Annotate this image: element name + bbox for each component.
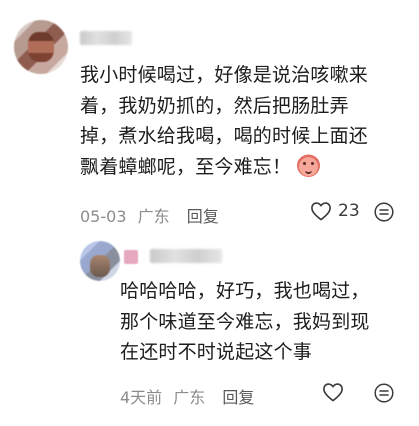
comment-line: 那个味道至今难忘，我妈到现: [120, 310, 370, 333]
comment-location: 广东: [137, 207, 170, 226]
reply-comment-body: 哈哈哈哈，好巧，我也喝过， 那个味道至今难忘，我妈到现 在还时不时说起这个事: [120, 276, 370, 368]
comment-line: 哈哈哈哈，好巧，我也喝过，: [120, 280, 370, 302]
crying-face-emoji-icon: [297, 153, 321, 177]
comment-time: 4天前: [120, 388, 163, 407]
comment-date: 05-03: [80, 207, 127, 226]
like-button[interactable]: [322, 382, 344, 402]
comment-line: 在还时不时说起这个事: [120, 341, 313, 363]
main-comment-body: 我小时候喝过，好像是说治咳嗽来 着，我奶奶抓的，然后把肠肚弄 掉，煮水给我喝，喝…: [80, 60, 368, 182]
heart-outline-icon: [323, 383, 343, 402]
more-options-icon[interactable]: [374, 383, 394, 403]
more-options-icon[interactable]: [374, 202, 394, 222]
reply-button[interactable]: 回复: [187, 207, 219, 226]
main-comment-meta: 05-03 广东 回复: [80, 203, 219, 227]
reply-comment-meta: 4天前 广东 回复: [120, 384, 254, 408]
like-button[interactable]: 23: [310, 201, 360, 221]
comment-line: 着，我奶奶抓的，然后把肠肚弄: [80, 94, 349, 117]
commenter-avatar[interactable]: [14, 20, 68, 74]
heart-outline-icon: [311, 202, 331, 221]
reply-badge-blurred: [124, 250, 138, 264]
reply-name-blurred[interactable]: [150, 249, 222, 263]
reply-avatar[interactable]: [80, 241, 120, 281]
comment-line: 掉，煮水给我喝，喝的时候上面还: [80, 125, 369, 147]
comment-line: 我小时候喝过，好像是说治咳嗽来: [80, 64, 369, 86]
reply-button[interactable]: 回复: [222, 388, 254, 407]
commenter-name-blurred[interactable]: [80, 31, 132, 45]
comment-line: 飘着蟑螂呢，至今难忘！: [80, 152, 368, 183]
like-count: 23: [338, 201, 360, 221]
comment-line-text: 飘着蟑螂呢，至今难忘！: [80, 155, 292, 178]
comment-location: 广东: [173, 388, 206, 407]
